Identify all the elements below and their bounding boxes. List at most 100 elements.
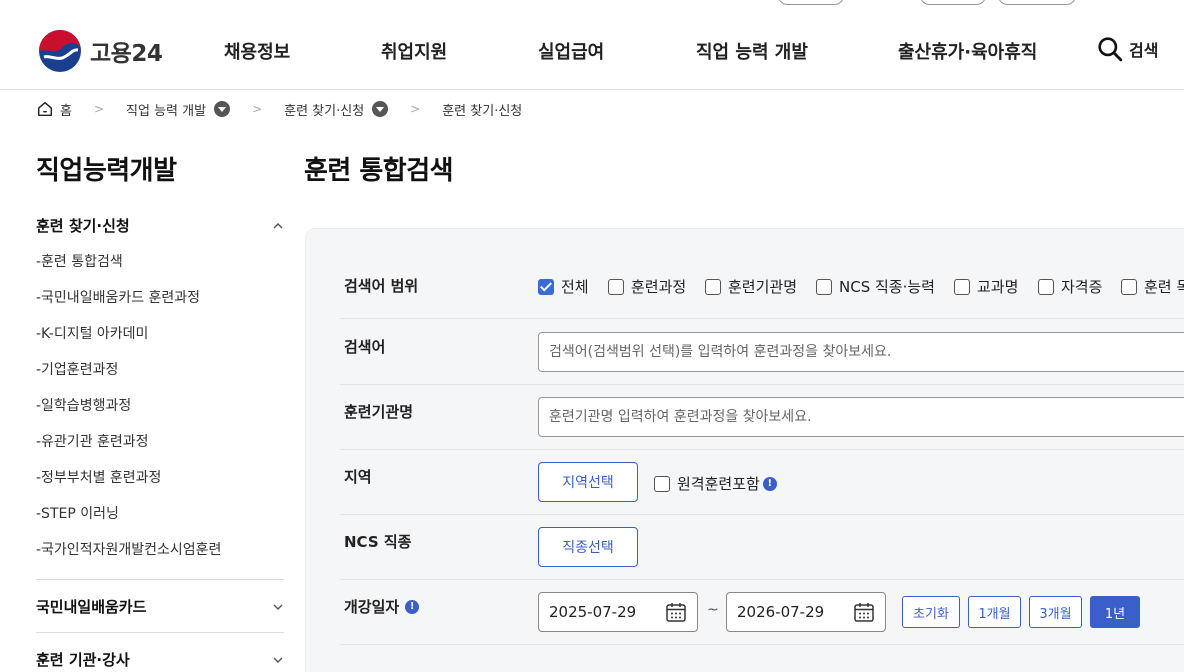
period-3month-button[interactable]: 3개월 — [1029, 596, 1082, 628]
checkbox-label: 전체 — [561, 278, 589, 296]
sidebar-section-institutions[interactable]: 훈련 기관·강사 — [36, 649, 284, 670]
period-reset-button[interactable]: 초기화 — [902, 596, 960, 628]
dropdown-icon[interactable] — [214, 101, 231, 117]
calendar-icon — [854, 603, 874, 622]
breadcrumb-label: 직업 능력 개발 — [126, 103, 207, 119]
period-1year-button[interactable]: 1년 — [1090, 596, 1140, 628]
form-row-divider — [340, 449, 1184, 450]
sidebar-divider — [36, 579, 284, 580]
checkbox-icon — [1038, 278, 1054, 295]
site-header: 고용24 채용정보 취업지원 실업급여 직업 능력 개발 출산휴가·육아휴직 검… — [0, 0, 1184, 90]
sidebar-item-integrated-search[interactable]: -훈련 통합검색 — [36, 251, 123, 271]
sidebar-section-label: 훈련 찾기·신청 — [36, 217, 130, 235]
checkbox-icon — [705, 278, 721, 295]
nav-item-skills-development[interactable]: 직업 능력 개발 — [696, 38, 808, 64]
nav-item-unemployment-benefit[interactable]: 실업급여 — [538, 38, 604, 64]
checkbox-icon — [608, 278, 624, 295]
form-row-divider — [340, 514, 1184, 515]
institution-input[interactable] — [538, 397, 1184, 437]
sidebar-item-k-digital[interactable]: -K-디지털 아카데미 — [36, 323, 148, 343]
start-date-to-input[interactable]: 2026-07-29 — [726, 592, 886, 632]
checkbox-icon — [816, 278, 832, 295]
date-value: 2025-07-29 — [549, 603, 637, 621]
breadcrumb-separator-icon: > — [410, 102, 421, 116]
start-date-from-input[interactable]: 2025-07-29 — [538, 592, 698, 632]
breadcrumb-item-current: 훈련 찾기·신청 — [442, 100, 522, 119]
checkbox-label: 원격훈련포함 — [677, 475, 760, 493]
search-label: 검색 — [1129, 41, 1159, 60]
sidebar-divider — [36, 632, 284, 633]
remote-training-checkbox[interactable]: 원격훈련포함 ! — [654, 473, 777, 494]
ncs-label: NCS 직종 — [344, 533, 412, 551]
scope-checkbox-institution[interactable]: 훈련기관명 — [705, 276, 797, 297]
search-button[interactable]: 검색 — [1097, 36, 1158, 62]
form-row-divider — [340, 644, 1184, 645]
breadcrumb-separator-icon: > — [252, 102, 263, 116]
checkbox-label: 훈련 목 — [1144, 278, 1184, 296]
nav-item-jobs[interactable]: 채용정보 — [224, 38, 290, 64]
scope-label: 검색어 범위 — [344, 277, 419, 295]
nav-item-employment-support[interactable]: 취업지원 — [381, 38, 447, 64]
brand-name: 고용24 — [90, 41, 163, 67]
page-title: 훈련 통합검색 — [304, 156, 454, 186]
breadcrumb: 홈 > 직업 능력 개발 > 훈련 찾기·신청 > 훈련 찾기·신청 — [36, 98, 522, 120]
search-icon — [1098, 37, 1123, 62]
home-icon — [37, 101, 53, 117]
keyword-label: 검색어 — [344, 338, 386, 356]
sidebar-section-learning-card[interactable]: 국민내일배움카드 — [36, 596, 284, 617]
site-logo[interactable]: 고용24 — [38, 29, 163, 73]
checkbox-label: NCS 직종·능력 — [839, 278, 935, 296]
checkbox-checked-icon — [538, 278, 554, 295]
scope-checkbox-subject[interactable]: 교과명 — [954, 276, 1018, 297]
keyword-input[interactable] — [538, 332, 1184, 372]
region-label: 지역 — [344, 468, 372, 486]
nav-item-parental-leave[interactable]: 출산휴가·육아휴직 — [898, 38, 1037, 64]
chevron-down-icon — [273, 604, 283, 610]
info-icon[interactable]: ! — [405, 599, 420, 614]
sidebar-item-related-agency[interactable]: -유관기관 훈련과정 — [36, 431, 149, 451]
chevron-up-icon — [273, 222, 283, 228]
form-row-divider — [340, 318, 1184, 319]
sidebar-item-consortium[interactable]: -국가인적자원개발컨소시엄훈련 — [36, 539, 221, 559]
ncs-select-button[interactable]: 직종선택 — [538, 527, 638, 567]
form-row-divider — [340, 579, 1184, 580]
breadcrumb-item-skills[interactable]: 직업 능력 개발 — [126, 100, 231, 119]
breadcrumb-item-find-training[interactable]: 훈련 찾기·신청 — [284, 100, 389, 119]
logo-mark-icon — [39, 30, 81, 72]
breadcrumb-label: 훈련 찾기·신청 — [284, 103, 365, 119]
checkbox-icon — [954, 278, 970, 295]
sidebar-item-company-training[interactable]: -기업훈련과정 — [36, 359, 118, 379]
form-row-divider — [340, 384, 1184, 385]
calendar-icon — [666, 603, 686, 622]
sidebar-section-label: 국민내일배움카드 — [36, 598, 147, 616]
dropdown-icon[interactable] — [372, 101, 389, 117]
scope-checkbox-course[interactable]: 훈련과정 — [608, 276, 686, 297]
scope-checkbox-all[interactable]: 전체 — [538, 276, 589, 297]
checkbox-label: 훈련기관명 — [728, 278, 798, 296]
date-range-separator: ~ — [707, 602, 719, 618]
breadcrumb-label: 훈련 찾기·신청 — [442, 103, 523, 119]
scope-checkbox-goal[interactable]: 훈련 목 — [1121, 276, 1184, 297]
checkbox-label: 자격증 — [1061, 278, 1103, 296]
checkbox-label: 훈련과정 — [631, 278, 687, 296]
region-select-button[interactable]: 지역선택 — [538, 462, 638, 502]
start-date-label: 개강일자 ! — [344, 596, 420, 617]
sidebar-title: 직업능력개발 — [36, 156, 177, 186]
breadcrumb-home[interactable]: 홈 — [36, 100, 72, 119]
sidebar-item-ministry-training[interactable]: -정부부처별 훈련과정 — [36, 467, 161, 487]
date-value: 2026-07-29 — [737, 603, 825, 621]
scope-checkbox-certificate[interactable]: 자격증 — [1038, 276, 1102, 297]
period-1month-button[interactable]: 1개월 — [968, 596, 1021, 628]
chevron-down-icon — [273, 657, 283, 663]
info-icon[interactable]: ! — [762, 476, 777, 491]
checkbox-icon — [1121, 278, 1137, 295]
breadcrumb-home-label: 홈 — [60, 103, 72, 119]
sidebar-item-step-elearning[interactable]: -STEP 이러닝 — [36, 503, 119, 523]
sidebar-item-card-courses[interactable]: -국민내일배움카드 훈련과정 — [36, 287, 200, 307]
sidebar-section-label: 훈련 기관·강사 — [36, 651, 130, 669]
scope-checkbox-ncs[interactable]: NCS 직종·능력 — [816, 276, 935, 297]
sidebar-section-find-training[interactable]: 훈련 찾기·신청 — [36, 215, 284, 236]
breadcrumb-separator-icon: > — [93, 102, 105, 116]
institution-label: 훈련기관명 — [344, 403, 414, 421]
sidebar-item-work-study[interactable]: -일학습병행과정 — [36, 395, 131, 415]
